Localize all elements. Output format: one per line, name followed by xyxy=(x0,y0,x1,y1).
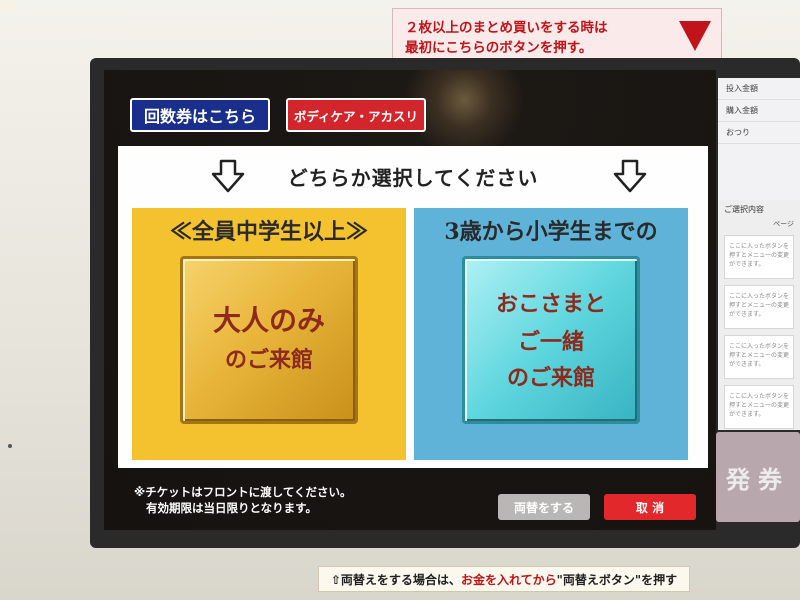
child-button-line3: のご来館 xyxy=(506,365,595,391)
corner-sticker xyxy=(0,0,16,14)
down-arrow-icon xyxy=(210,158,246,194)
touch-screen: 回数券はこちら ボディケア・アカスリ どちらか選択してください ≪全員中学生以上… xyxy=(104,70,716,530)
selection-title: ご選択内容 xyxy=(724,205,764,214)
adult-only-button[interactable]: 大人のみ のご来館 xyxy=(180,256,358,424)
adult-choice-title: ≪全員中学生以上≫ xyxy=(169,219,368,245)
selection-slot[interactable]: ここに入ったボタンを押すとメニューの変更ができます。 xyxy=(724,335,794,379)
child-choice-title: 3歳から小学生までの xyxy=(444,219,658,245)
body-care-button[interactable]: ボディケア・アカスリ xyxy=(286,98,426,132)
selection-slot[interactable]: ここに入ったボタンを押すとメニューの変更ができます。 xyxy=(724,385,794,429)
coupon-ticket-button[interactable]: 回数券はこちら xyxy=(130,98,270,132)
purchase-amount-label: 購入金額 xyxy=(718,100,800,122)
bulk-purchase-text: ２枚以上のまとめ買いをする時は 最初にこちらのボタンを押す。 xyxy=(393,18,608,58)
change-amount-label: おつり xyxy=(718,122,800,144)
headline: どちらか選択してください xyxy=(287,165,539,190)
adult-button-line1: 大人のみ xyxy=(212,304,325,337)
selection-slot[interactable]: ここに入ったボタンを押すとメニューの変更ができます。 xyxy=(724,285,794,329)
ticket-note: ※チケットはフロントに渡してください。 有効期限は当日限りとなります。 xyxy=(134,484,352,516)
inserted-amount-label: 投入金額 xyxy=(718,78,800,100)
with-child-button[interactable]: おこさまと ご一緒 のご来館 xyxy=(462,256,640,424)
selection-list: ご選択内容 ページ ここに入ったボタンを押すとメニューの変更ができます。 ここに… xyxy=(718,200,800,430)
selection-panel: どちらか選択してください ≪全員中学生以上≫ 大人のみ のご来館 3歳から小学生… xyxy=(118,146,708,468)
down-triangle-icon xyxy=(679,21,711,51)
child-button-line2: ご一緒 xyxy=(517,329,584,355)
payment-side-panel: 投入金額 購入金額 おつり ご選択内容 ページ ここに入ったボタンを押すとメニュ… xyxy=(718,78,800,430)
selection-slot[interactable]: ここに入ったボタンを押すとメニューの変更ができます。 xyxy=(724,235,794,279)
change-instruction-pre: ⇧両替えをする場合は、 xyxy=(330,572,461,587)
change-instruction-post: "両替えボタン"を押す xyxy=(556,572,678,587)
ticket-note-line1: ※チケットはフロントに渡してください。 xyxy=(134,485,352,499)
cancel-button[interactable]: 取 消 xyxy=(604,494,696,520)
bulk-purchase-line2: 最初にこちらのボタンを押す。 xyxy=(405,40,593,56)
change-instruction-red: お金を入れてから xyxy=(460,572,557,587)
bulk-purchase-line1: ２枚以上のまとめ買いをする時は xyxy=(405,20,608,36)
change-instruction-label: ⇧両替えをする場合は、 お金を入れてから "両替えボタン"を押す xyxy=(318,566,690,592)
adult-button-line2: のご来館 xyxy=(224,347,313,373)
adult-choice-area: ≪全員中学生以上≫ 大人のみ のご来館 xyxy=(132,208,406,460)
issue-ticket-button[interactable]: 発券 xyxy=(716,432,800,522)
selection-page: ページ xyxy=(773,220,794,228)
down-arrow-icon xyxy=(612,158,648,194)
child-choice-area: 3歳から小学生までの おこさまと ご一緒 のご来館 xyxy=(414,208,688,460)
bezel-dot xyxy=(8,444,12,448)
child-button-line1: おこさまと xyxy=(495,291,606,317)
ticket-note-line2: 有効期限は当日限りとなります。 xyxy=(146,501,318,515)
change-money-button[interactable]: 両替をする xyxy=(498,494,590,520)
